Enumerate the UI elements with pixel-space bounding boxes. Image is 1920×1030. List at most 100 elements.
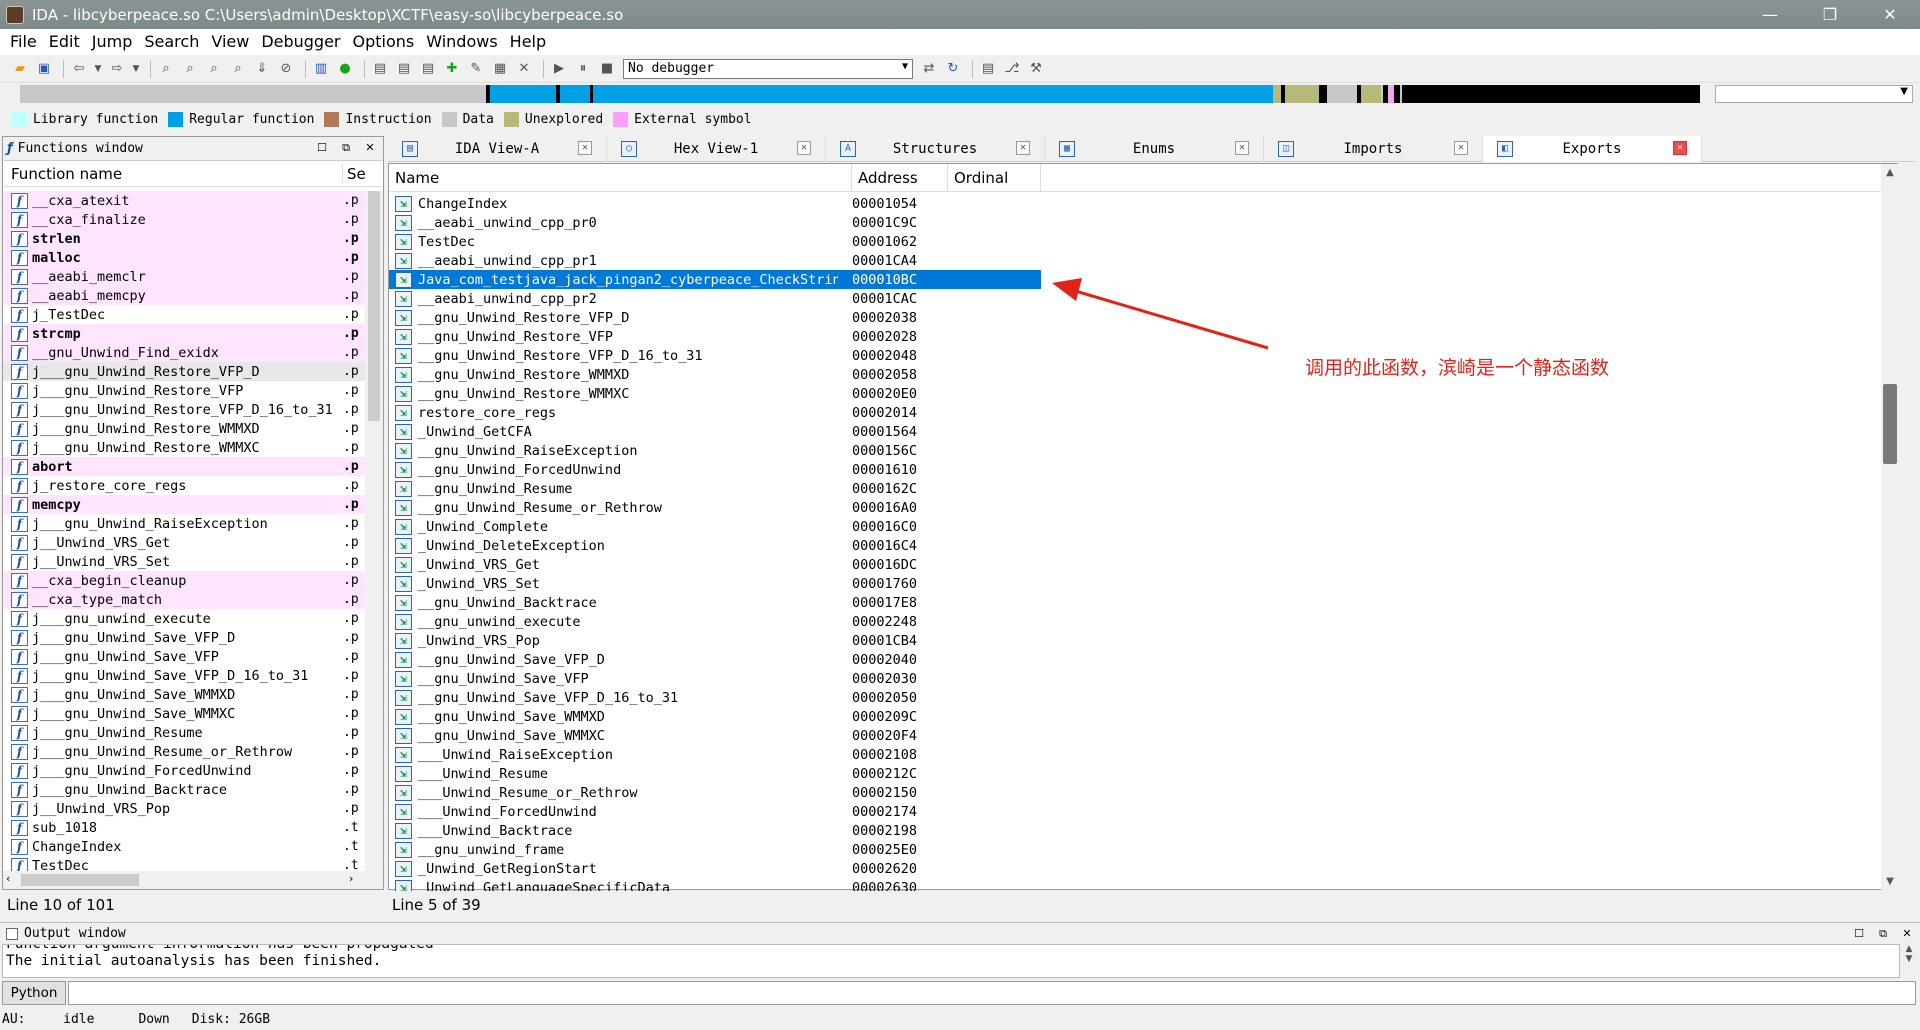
col-segment[interactable]: Se bbox=[343, 165, 366, 183]
function-row[interactable]: f j__Unwind_VRS_Set .p bbox=[3, 552, 365, 571]
search-immediate-icon[interactable]: ⌕ bbox=[228, 59, 248, 79]
delete-icon[interactable]: ✕ bbox=[514, 59, 534, 79]
export-row[interactable]: ⇲ __gnu_Unwind_Save_VFP 00002030 bbox=[389, 669, 1879, 688]
export-row[interactable]: ⇲ __aeabi_unwind_cpp_pr2 00001CAC bbox=[389, 289, 1879, 308]
command-input[interactable] bbox=[68, 981, 1916, 1005]
minimize-button[interactable]: — bbox=[1740, 0, 1800, 29]
export-row[interactable]: ⇲ ___Unwind_RaiseException 00002108 bbox=[389, 745, 1879, 764]
export-row[interactable]: ⇲ ___Unwind_Backtrace 00002198 bbox=[389, 821, 1879, 840]
export-row[interactable]: ⇲ _Unwind_GetRegionStart 00002620 bbox=[389, 859, 1879, 878]
add-icon[interactable]: ✚ bbox=[442, 59, 462, 79]
function-row[interactable]: f j___gnu_Unwind_Save_VFP .p bbox=[3, 647, 365, 666]
function-row[interactable]: f j___gnu_Unwind_ForcedUnwind .p bbox=[3, 761, 365, 780]
function-row[interactable]: f j__Unwind_VRS_Pop .p bbox=[3, 799, 365, 818]
create-function-icon[interactable]: ▤ bbox=[370, 59, 390, 79]
close-tab-icon[interactable]: ✕ bbox=[1454, 141, 1468, 155]
scroll-up-icon[interactable]: ▲ bbox=[1900, 944, 1918, 954]
function-row[interactable]: f j___gnu_Unwind_RaiseException .p bbox=[3, 514, 365, 533]
export-row[interactable]: ⇲ __gnu_unwind_execute 00002248 bbox=[389, 612, 1879, 631]
menu-search[interactable]: Search bbox=[138, 29, 205, 55]
export-row[interactable]: ⇲ __gnu_Unwind_Save_VFP_D_16_to_31 0000205… bbox=[389, 688, 1879, 707]
function-row[interactable]: f j___gnu_Unwind_Backtrace .p bbox=[3, 780, 365, 799]
menu-jump[interactable]: Jump bbox=[86, 29, 139, 55]
hide-icon[interactable]: ⊘ bbox=[276, 59, 296, 79]
output-log[interactable]: Function argument information has been p… bbox=[2, 944, 1900, 978]
tab-imports[interactable]: ◫ Imports ✕ bbox=[1264, 136, 1483, 162]
export-row[interactable]: ⇲ __aeabi_unwind_cpp_pr1 00001CA4 bbox=[389, 251, 1879, 270]
function-row[interactable]: f j___gnu_Unwind_Restore_WMMXD .p bbox=[3, 419, 365, 438]
function-row[interactable]: f j___gnu_Unwind_Resume .p bbox=[3, 723, 365, 742]
menu-view[interactable]: View bbox=[205, 29, 255, 55]
export-row[interactable]: ⇲ ___Unwind_ForcedUnwind 00002174 bbox=[389, 802, 1879, 821]
function-row[interactable]: f j_TestDec .p bbox=[3, 305, 365, 324]
export-row[interactable]: ⇲ ___Unwind_Resume_or_Rethrow 00002150 bbox=[389, 783, 1879, 802]
close-window-button[interactable]: ✕ bbox=[1860, 0, 1920, 29]
edit-function-icon[interactable]: ▤ bbox=[394, 59, 414, 79]
function-row[interactable]: f j___gnu_Unwind_Save_VFP_D_16_to_31 .p bbox=[3, 666, 365, 685]
scroll-right-icon[interactable]: › bbox=[349, 872, 353, 885]
back-icon[interactable]: ⇦ bbox=[69, 59, 89, 79]
export-row[interactable]: ⇲ __gnu_unwind_frame 000025E0 bbox=[389, 840, 1879, 859]
python-language-button[interactable]: Python bbox=[2, 981, 66, 1005]
search-binary-icon[interactable]: ⌕ bbox=[156, 59, 176, 79]
close-pane-icon[interactable]: ✕ bbox=[361, 141, 379, 157]
function-row[interactable]: f abort .p bbox=[3, 457, 365, 476]
close-tab-icon[interactable]: ✕ bbox=[797, 141, 811, 155]
scrollbar-thumb[interactable] bbox=[21, 874, 139, 886]
export-row[interactable]: ⇲ ___Unwind_Resume 0000212C bbox=[389, 764, 1879, 783]
col-name[interactable]: Name bbox=[389, 163, 852, 192]
float-pane-icon[interactable]: ⧉ bbox=[337, 141, 355, 157]
export-row[interactable]: ⇲ __gnu_Unwind_Save_VFP_D 00002040 bbox=[389, 650, 1879, 669]
open-icon[interactable]: ▰ bbox=[10, 59, 30, 79]
function-row[interactable]: f __cxa_atexit .p bbox=[3, 191, 365, 210]
play-icon[interactable]: ▶ bbox=[549, 59, 569, 79]
restore-button[interactable]: ❐ bbox=[1800, 0, 1860, 29]
down-arrow-icon[interactable]: ⇓ bbox=[252, 59, 272, 79]
forward-icon[interactable]: ⇨ bbox=[107, 59, 127, 79]
tab-ida-view-a[interactable]: ▤ IDA View-A ✕ bbox=[388, 136, 607, 162]
tab-hex-view-1[interactable]: ○ Hex View-1 ✕ bbox=[607, 136, 826, 162]
export-row[interactable]: ⇲ __gnu_Unwind_RaiseException 0000156C bbox=[389, 441, 1879, 460]
function-row[interactable]: f __cxa_type_match .p bbox=[3, 590, 365, 609]
col-function-name[interactable]: Function name bbox=[3, 164, 343, 183]
export-row[interactable]: ⇲ __gnu_Unwind_Resume 0000162C bbox=[389, 479, 1879, 498]
scroll-down-icon[interactable]: ▼ bbox=[1900, 954, 1918, 964]
menu-options[interactable]: Options bbox=[347, 29, 421, 55]
function-row[interactable]: f j___gnu_Unwind_Restore_WMMXC .p bbox=[3, 438, 365, 457]
maximize-pane-icon[interactable]: ☐ bbox=[313, 141, 331, 157]
attach-icon[interactable]: ⇄ bbox=[919, 59, 939, 79]
export-row[interactable]: ⇲ _Unwind_GetLanguageSpecificData 00002630 bbox=[389, 878, 1879, 891]
col-address[interactable]: Address bbox=[852, 163, 948, 192]
col-ordinal[interactable]: Ordinal bbox=[948, 163, 1041, 192]
export-row[interactable]: ⇲ __gnu_Unwind_Save_WMMXD 0000209C bbox=[389, 707, 1879, 726]
tools-icon[interactable]: ⚒ bbox=[1026, 59, 1046, 79]
functions-horizontal-scrollbar[interactable]: ‹ › bbox=[3, 871, 383, 889]
export-row[interactable]: ⇲ _Unwind_VRS_Get 000016DC bbox=[389, 555, 1879, 574]
function-row[interactable]: f __aeabi_memcpy .p bbox=[3, 286, 365, 305]
export-row[interactable]: ⇲ _Unwind_GetCFA 00001564 bbox=[389, 422, 1879, 441]
tab-enums[interactable]: ▦ Enums ✕ bbox=[1045, 136, 1264, 162]
export-row[interactable]: ⇲ __gnu_Unwind_Restore_WMMXD 00002058 bbox=[389, 365, 1879, 384]
export-row[interactable]: ⇲ ChangeIndex 00001054 bbox=[389, 194, 1879, 213]
export-row[interactable]: ⇲ __gnu_Unwind_Restore_VFP_D_16_to_31 0000… bbox=[389, 346, 1879, 365]
function-row[interactable]: f j___gnu_Unwind_Resume_or_Rethrow .p bbox=[3, 742, 365, 761]
function-row[interactable]: f __cxa_finalize .p bbox=[3, 210, 365, 229]
function-row[interactable]: f j__Unwind_VRS_Get .p bbox=[3, 533, 365, 552]
maximize-pane-icon[interactable]: ☐ bbox=[1850, 927, 1868, 943]
plugin-icon[interactable]: ✎ bbox=[466, 59, 486, 79]
export-row[interactable]: ⇲ _Unwind_DeleteException 000016C4 bbox=[389, 536, 1879, 555]
float-pane-icon[interactable]: ⧉ bbox=[1874, 927, 1892, 943]
scrollbar-thumb[interactable] bbox=[368, 191, 380, 421]
flowchart-icon[interactable]: ▤ bbox=[978, 59, 998, 79]
function-row[interactable]: f malloc .p bbox=[3, 248, 365, 267]
output-scrollbar[interactable]: ▲ ▼ bbox=[1900, 944, 1918, 978]
scroll-up-icon[interactable]: ▲ bbox=[1881, 164, 1899, 182]
export-row[interactable]: ⇲ __gnu_Unwind_Restore_VFP_D 00002038 bbox=[389, 308, 1879, 327]
exports-vertical-scrollbar[interactable]: ▲ ▼ bbox=[1881, 164, 1899, 891]
function-row[interactable]: f __cxa_begin_cleanup .p bbox=[3, 571, 365, 590]
function-row[interactable]: f __aeabi_memclr .p bbox=[3, 267, 365, 286]
menu-debugger[interactable]: Debugger bbox=[255, 29, 346, 55]
search-next-icon[interactable]: ⌕ bbox=[204, 59, 224, 79]
export-row[interactable]: ⇲ __gnu_Unwind_Backtrace 000017E8 bbox=[389, 593, 1879, 612]
export-row[interactable]: ⇲ restore_core_regs 00002014 bbox=[389, 403, 1879, 422]
